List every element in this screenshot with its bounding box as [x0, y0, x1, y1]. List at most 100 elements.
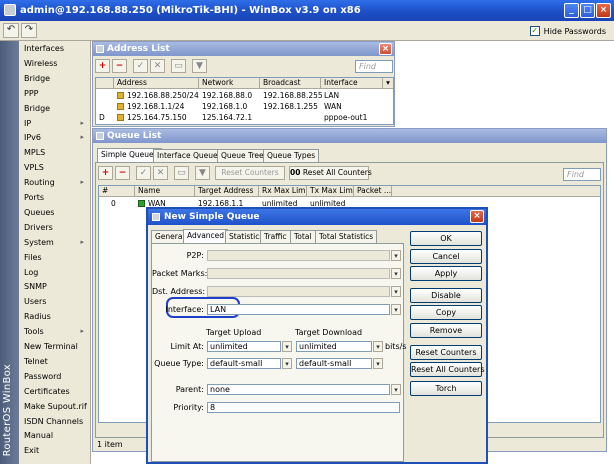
minimize-icon[interactable]: _ — [564, 3, 579, 18]
dialog-title-bar[interactable]: New Simple Queue × — [148, 209, 486, 225]
comment-icon[interactable]: ▭ — [171, 59, 186, 73]
queue-type-upload-field[interactable]: default-small — [207, 358, 281, 369]
sidebar-item-snmp[interactable]: SNMP — [24, 282, 86, 291]
p2p-field[interactable] — [207, 250, 390, 261]
ok-button[interactable]: OK — [410, 231, 482, 246]
table-header[interactable]: Address — [114, 78, 199, 89]
sidebar-item-ip[interactable]: IP — [24, 119, 86, 128]
disable-button[interactable]: Disable — [410, 288, 482, 303]
table-header[interactable]: # — [99, 186, 135, 197]
dropdown-arrow-icon[interactable]: ▾ — [373, 341, 383, 352]
table-header[interactable]: Interface — [321, 78, 383, 89]
table-header[interactable]: Name — [135, 186, 195, 197]
checkbox-checked-icon[interactable]: ✓ — [529, 26, 540, 36]
reset-all-counters-button[interactable]: 00 Reset All Counters — [289, 166, 372, 180]
dropdown-arrow-icon[interactable]: ▾ — [391, 268, 401, 279]
table-header[interactable]: Packet ... — [354, 186, 392, 197]
sidebar-item-certificates[interactable]: Certificates — [24, 387, 86, 396]
close-icon[interactable]: × — [379, 43, 392, 55]
queue-type-download-field[interactable]: default-small — [296, 358, 372, 369]
add-icon[interactable]: + — [95, 59, 110, 73]
sidebar-item-ports[interactable]: Ports — [24, 193, 86, 202]
undo-icon[interactable]: ↶ — [3, 23, 19, 38]
limit-at-upload-field[interactable]: unlimited — [207, 341, 281, 352]
queue-find-input[interactable]: Find — [563, 168, 601, 181]
dropdown-arrow-icon[interactable]: ▾ — [391, 304, 401, 315]
dropdown-arrow-icon[interactable]: ▾ — [391, 286, 401, 297]
sidebar-item-new-terminal[interactable]: New Terminal — [24, 342, 86, 351]
table-header[interactable]: Rx Max Limit — [259, 186, 307, 197]
tab-traffic[interactable]: Traffic — [260, 230, 291, 243]
table-row[interactable]: 192.168.88.250/24 192.168.88.0 192.168.88.… — [96, 90, 393, 101]
enable-icon[interactable]: ✓ — [136, 166, 151, 180]
table-header[interactable]: Network — [199, 78, 260, 89]
address-list-title-bar[interactable]: Address List × — [93, 42, 394, 56]
tab-advanced[interactable]: Advanced — [183, 229, 229, 243]
sidebar-item-users[interactable]: Users — [24, 297, 86, 306]
sidebar-item-manual[interactable]: Manual — [24, 431, 86, 440]
address-find-input[interactable]: Find — [355, 60, 393, 73]
parent-field[interactable]: none — [207, 384, 390, 395]
copy-button[interactable]: Copy — [410, 305, 482, 320]
sidebar-item-routing[interactable]: Routing — [24, 178, 86, 187]
sidebar-item-telnet[interactable]: Telnet — [24, 357, 86, 366]
remove-icon[interactable]: − — [112, 59, 127, 73]
table-header[interactable]: Target Address — [195, 186, 259, 197]
table-row[interactable]: 192.168.1.1/24 192.168.1.0 192.168.1.255 WA… — [96, 101, 393, 112]
sidebar-item-wireless[interactable]: Wireless — [24, 59, 86, 68]
sidebar-item-drivers[interactable]: Drivers — [24, 223, 86, 232]
sidebar-item-queues[interactable]: Queues — [24, 208, 86, 217]
sidebar-item-tools[interactable]: Tools — [24, 327, 86, 336]
remove-button[interactable]: Remove — [410, 323, 482, 338]
disable-icon[interactable]: ✕ — [153, 166, 168, 180]
dropdown-arrow-icon[interactable]: ▾ — [373, 358, 383, 369]
close-icon[interactable]: × — [596, 3, 611, 18]
sidebar-item-exit[interactable]: Exit — [24, 446, 86, 455]
dropdown-arrow-icon[interactable]: ▾ — [391, 384, 401, 395]
cancel-button[interactable]: Cancel — [410, 249, 482, 264]
reset-counters-button[interactable]: Reset Counters — [215, 166, 285, 180]
maximize-icon[interactable]: □ — [580, 3, 595, 18]
column-chooser-icon[interactable]: ▾ — [383, 78, 393, 89]
sidebar-item-password[interactable]: Password — [24, 372, 86, 381]
sidebar-item-files[interactable]: Files — [24, 253, 86, 262]
dst-address-field[interactable] — [207, 286, 390, 297]
limit-at-download-field[interactable]: unlimited — [296, 341, 372, 352]
sidebar-item-ipv6[interactable]: IPv6 — [24, 133, 86, 142]
reset-all-counters-button[interactable]: Reset All Counters — [410, 362, 485, 377]
filter-icon[interactable]: ▼ — [195, 166, 210, 180]
dropdown-arrow-icon[interactable]: ▾ — [391, 250, 401, 261]
tab-total-statistics[interactable]: Total Statistics — [315, 230, 378, 243]
tab-queue-tree[interactable]: Queue Tree — [217, 149, 268, 162]
close-icon[interactable]: × — [470, 210, 484, 223]
packet-marks-field[interactable] — [207, 268, 390, 279]
sidebar-item-system[interactable]: System — [24, 238, 86, 247]
enable-icon[interactable]: ✓ — [133, 59, 148, 73]
tab-simple-queues[interactable]: Simple Queues — [97, 148, 162, 162]
sidebar-item-isdn-channels[interactable]: ISDN Channels — [24, 417, 86, 426]
queue-list-title-bar[interactable]: Queue List — [93, 129, 606, 143]
table-row[interactable]: D 125.164.75.150 125.164.72.1 pppoe-out1 — [96, 112, 393, 123]
reset-counters-button[interactable]: Reset Counters — [410, 345, 482, 360]
sidebar-item-bridge[interactable]: Bridge — [24, 104, 86, 113]
interface-field[interactable]: LAN — [207, 304, 390, 315]
sidebar-item-bridge[interactable]: Bridge — [24, 74, 86, 83]
sidebar-item-vpls[interactable]: VPLS — [24, 163, 86, 172]
hide-passwords-toggle[interactable]: ✓ Hide Passwords — [529, 24, 606, 38]
dropdown-arrow-icon[interactable]: ▾ — [282, 358, 292, 369]
torch-button[interactable]: Torch — [410, 381, 482, 396]
table-header[interactable]: Tx Max Limit — [307, 186, 354, 197]
sidebar-item-interfaces[interactable]: Interfaces — [24, 44, 86, 53]
priority-field[interactable]: 8 — [207, 402, 400, 413]
sidebar-item-make-supout-rif[interactable]: Make Supout.rif — [24, 402, 87, 411]
table-header[interactable]: Broadcast — [260, 78, 321, 89]
tab-interface-queues[interactable]: Interface Queues — [153, 149, 226, 162]
comment-icon[interactable]: ▭ — [174, 166, 189, 180]
tab-total[interactable]: Total — [290, 230, 316, 243]
disable-icon[interactable]: ✕ — [150, 59, 165, 73]
apply-button[interactable]: Apply — [410, 266, 482, 281]
dropdown-arrow-icon[interactable]: ▾ — [282, 341, 292, 352]
filter-icon[interactable]: ▼ — [192, 59, 207, 73]
remove-icon[interactable]: − — [115, 166, 130, 180]
add-icon[interactable]: + — [98, 166, 113, 180]
